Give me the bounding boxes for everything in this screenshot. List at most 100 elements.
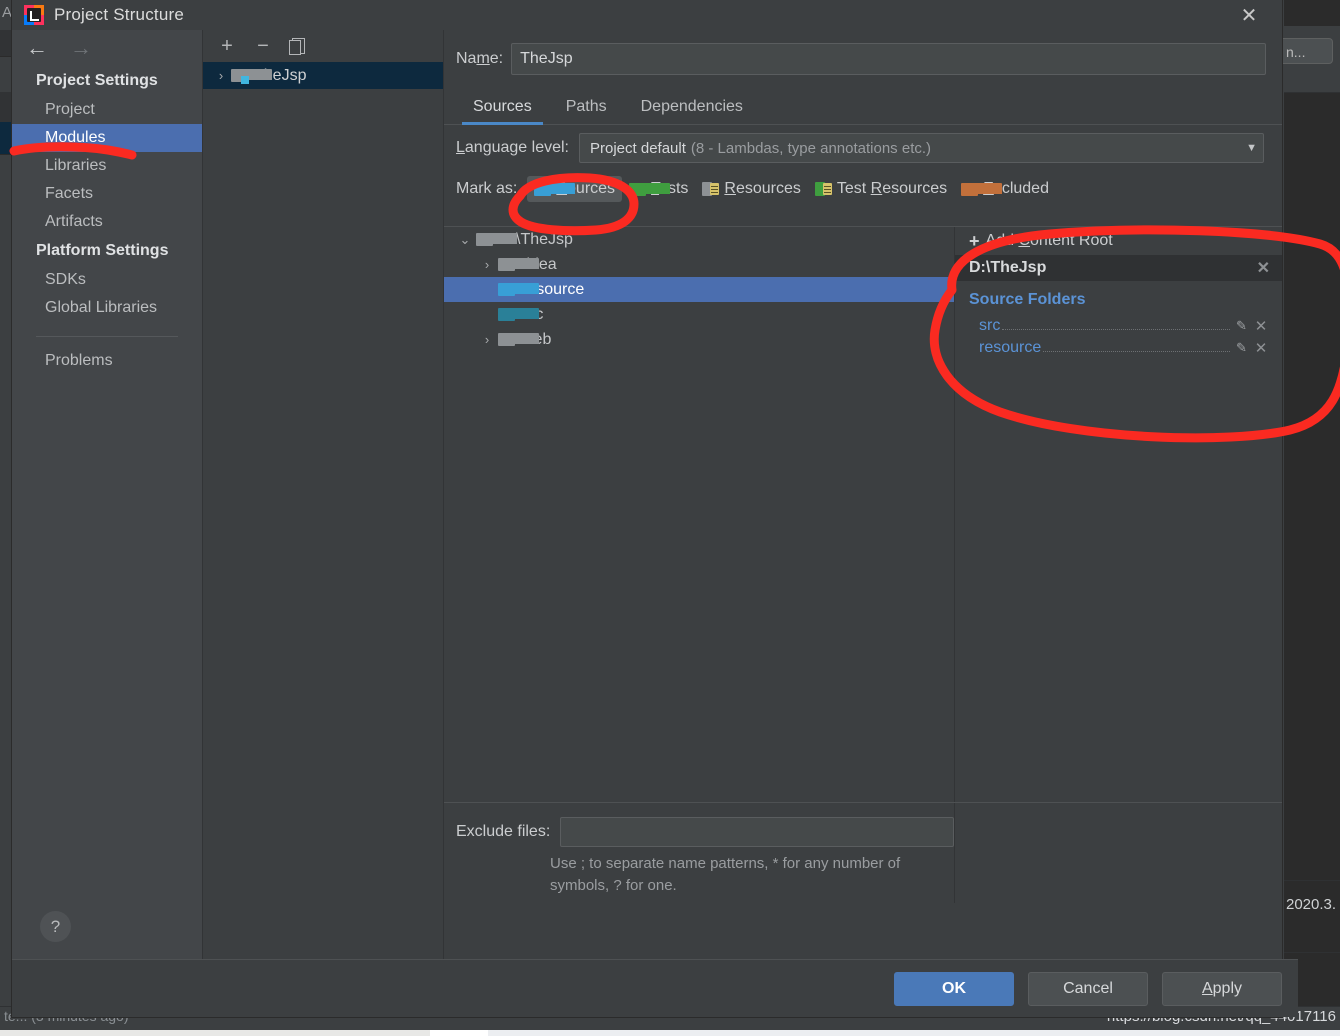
copy-module-icon[interactable] [289,38,305,55]
exclude-files-label: Exclude files: [456,823,551,840]
folder-grey-icon [498,258,539,271]
folder-teal-icon [498,308,539,321]
chevron-down-icon[interactable]: ⌄ [454,232,476,248]
module-name-label: Name: [456,50,504,67]
apply-button[interactable]: Apply [1162,971,1282,1006]
tree-row[interactable]: ⌄ D:\TheJsp [444,227,954,252]
exclude-files-hint: Use ; to separate name patterns, * for a… [550,855,901,894]
dialog-footer: OK Cancel Apply [12,959,1298,1017]
os-taskbar-segment [430,1030,488,1036]
folder-blue-icon [498,283,539,296]
cancel-button[interactable]: Cancel [1028,971,1148,1006]
sidebar-group-platform-settings: Platform Settings [36,242,169,259]
module-tabs: Sources Paths Dependencies [444,88,1282,125]
source-folder-row-resource: resource ✎ ✕ [969,337,1270,359]
intellij-idea-logo-icon [24,5,44,25]
exclude-files-row: Exclude files: [444,803,954,847]
remove-source-folder-icon[interactable]: ✕ [1252,339,1270,357]
tab-paths[interactable]: Paths [549,98,624,124]
remove-source-folder-icon[interactable]: ✕ [1252,317,1270,335]
exclude-files-area: Exclude files: Use ; to separate name pa… [444,803,955,903]
os-taskbar-segment [488,1030,1340,1036]
project-structure-dialog: Project Structure ✕ ← → Project Settings… [12,0,1298,1017]
module-list-toolbar: + − [203,30,443,62]
tree-row-src[interactable]: src [444,302,954,327]
folder-grey-icon [498,333,539,346]
mark-as-tests-button[interactable]: Tests [622,176,695,202]
add-content-root-button[interactable]: + Add Content Root [955,227,1282,255]
mark-as-sources-button[interactable]: Sources [527,176,623,202]
background-right-button[interactable]: n... [1277,38,1333,64]
add-module-button[interactable]: + [217,36,237,56]
language-level-value: Project default [590,139,686,157]
module-editor-panel: Name: Sources Paths Dependencies Languag… [444,30,1282,960]
folder-orange-icon [961,182,1003,196]
sidebar-item-artifacts[interactable]: Artifacts [12,208,202,236]
content-root-path: D:\TheJsp [969,259,1047,276]
tree-row-web[interactable]: › web [444,327,954,352]
sidebar-item-modules[interactable]: Modules [12,124,202,152]
language-level-row: Language level: Project default (8 - Lam… [444,125,1282,171]
sidebar-item-problems[interactable]: Problems [12,347,202,375]
sidebar-group-project-settings: Project Settings [36,72,158,89]
sidebar-item-global-libraries[interactable]: Global Libraries [12,294,202,322]
test-resources-icon [814,182,832,196]
chevron-right-icon[interactable]: › [476,257,498,272]
folder-grey-icon [476,233,517,246]
sidebar-item-facets[interactable]: Facets [12,180,202,208]
forward-arrow-icon[interactable]: → [70,37,92,59]
folder-green-icon [629,182,671,196]
background-right-area [1284,0,1340,1018]
exclude-files-input[interactable] [560,817,954,847]
chevron-right-icon[interactable]: › [211,68,231,83]
content-root-tree: ⌄ D:\TheJsp › .idea resource › [444,227,955,860]
tab-dependencies[interactable]: Dependencies [624,98,760,124]
edit-pencil-icon[interactable]: ✎ [1236,340,1252,356]
mark-as-resources-label: Resources [724,180,801,197]
back-arrow-icon[interactable]: ← [26,37,48,59]
tree-row-resource[interactable]: resource [444,277,954,302]
resources-icon [702,182,720,196]
sources-panes: ⌄ D:\TheJsp › .idea resource › + Add Con… [444,226,1282,860]
tree-row[interactable]: › .idea [444,252,954,277]
module-folder-icon [231,69,272,84]
sidebar-item-project[interactable]: Project [12,96,202,124]
tab-sources[interactable]: Sources [456,98,549,125]
language-level-label: Language level: [456,139,569,156]
dotted-leader [1043,341,1230,352]
remove-content-root-icon[interactable]: ✕ [1257,258,1270,278]
chevron-right-icon[interactable]: › [476,332,498,347]
source-folder-name[interactable]: src [979,317,1000,335]
sidebar-divider [36,336,178,337]
help-button[interactable]: ? [40,911,71,942]
language-level-select[interactable]: Project default (8 - Lambdas, type annot… [579,133,1264,163]
background-divider [1284,952,1340,953]
sidebar-item-libraries[interactable]: Libraries [12,152,202,180]
ok-button[interactable]: OK [894,971,1014,1006]
edit-pencil-icon[interactable]: ✎ [1236,318,1252,334]
exclude-files-zone: Exclude files: Use ; to separate name pa… [444,802,1282,903]
dotted-leader [1002,319,1230,330]
close-icon[interactable]: ✕ [1226,0,1272,30]
sidebar-item-sdks[interactable]: SDKs [12,266,202,294]
dialog-titlebar: Project Structure ✕ [12,0,1282,30]
module-name-input[interactable] [511,43,1266,75]
content-root-details: + Add Content Root D:\TheJsp ✕ Source Fo… [955,227,1282,860]
module-list-item-thejsp[interactable]: › TheJsp [203,62,443,89]
mark-as-excluded-button[interactable]: Excluded [954,176,1056,202]
mark-as-toolbar: Mark as: Sources Tests Resources Test Re… [444,171,1282,207]
ide-version-label: 2020.3. [1286,896,1337,913]
folder-blue-icon [534,182,576,196]
remove-module-button[interactable]: − [253,36,273,56]
dialog-body: ← → Project Settings Project Modules Lib… [12,30,1282,960]
chevron-down-icon[interactable]: ▼ [1246,142,1257,154]
mark-as-resources-button[interactable]: Resources [695,176,807,202]
settings-sidebar: ← → Project Settings Project Modules Lib… [12,30,202,960]
dialog-title: Project Structure [54,5,185,24]
source-folder-row-src: src ✎ ✕ [969,315,1270,337]
background-glyph: A [2,4,13,21]
add-content-root-label: Add Content Root [985,232,1113,249]
source-folder-name[interactable]: resource [979,339,1041,357]
mark-as-test-resources-button[interactable]: Test Resources [808,176,954,202]
sidebar-history-nav: ← → [12,30,202,66]
